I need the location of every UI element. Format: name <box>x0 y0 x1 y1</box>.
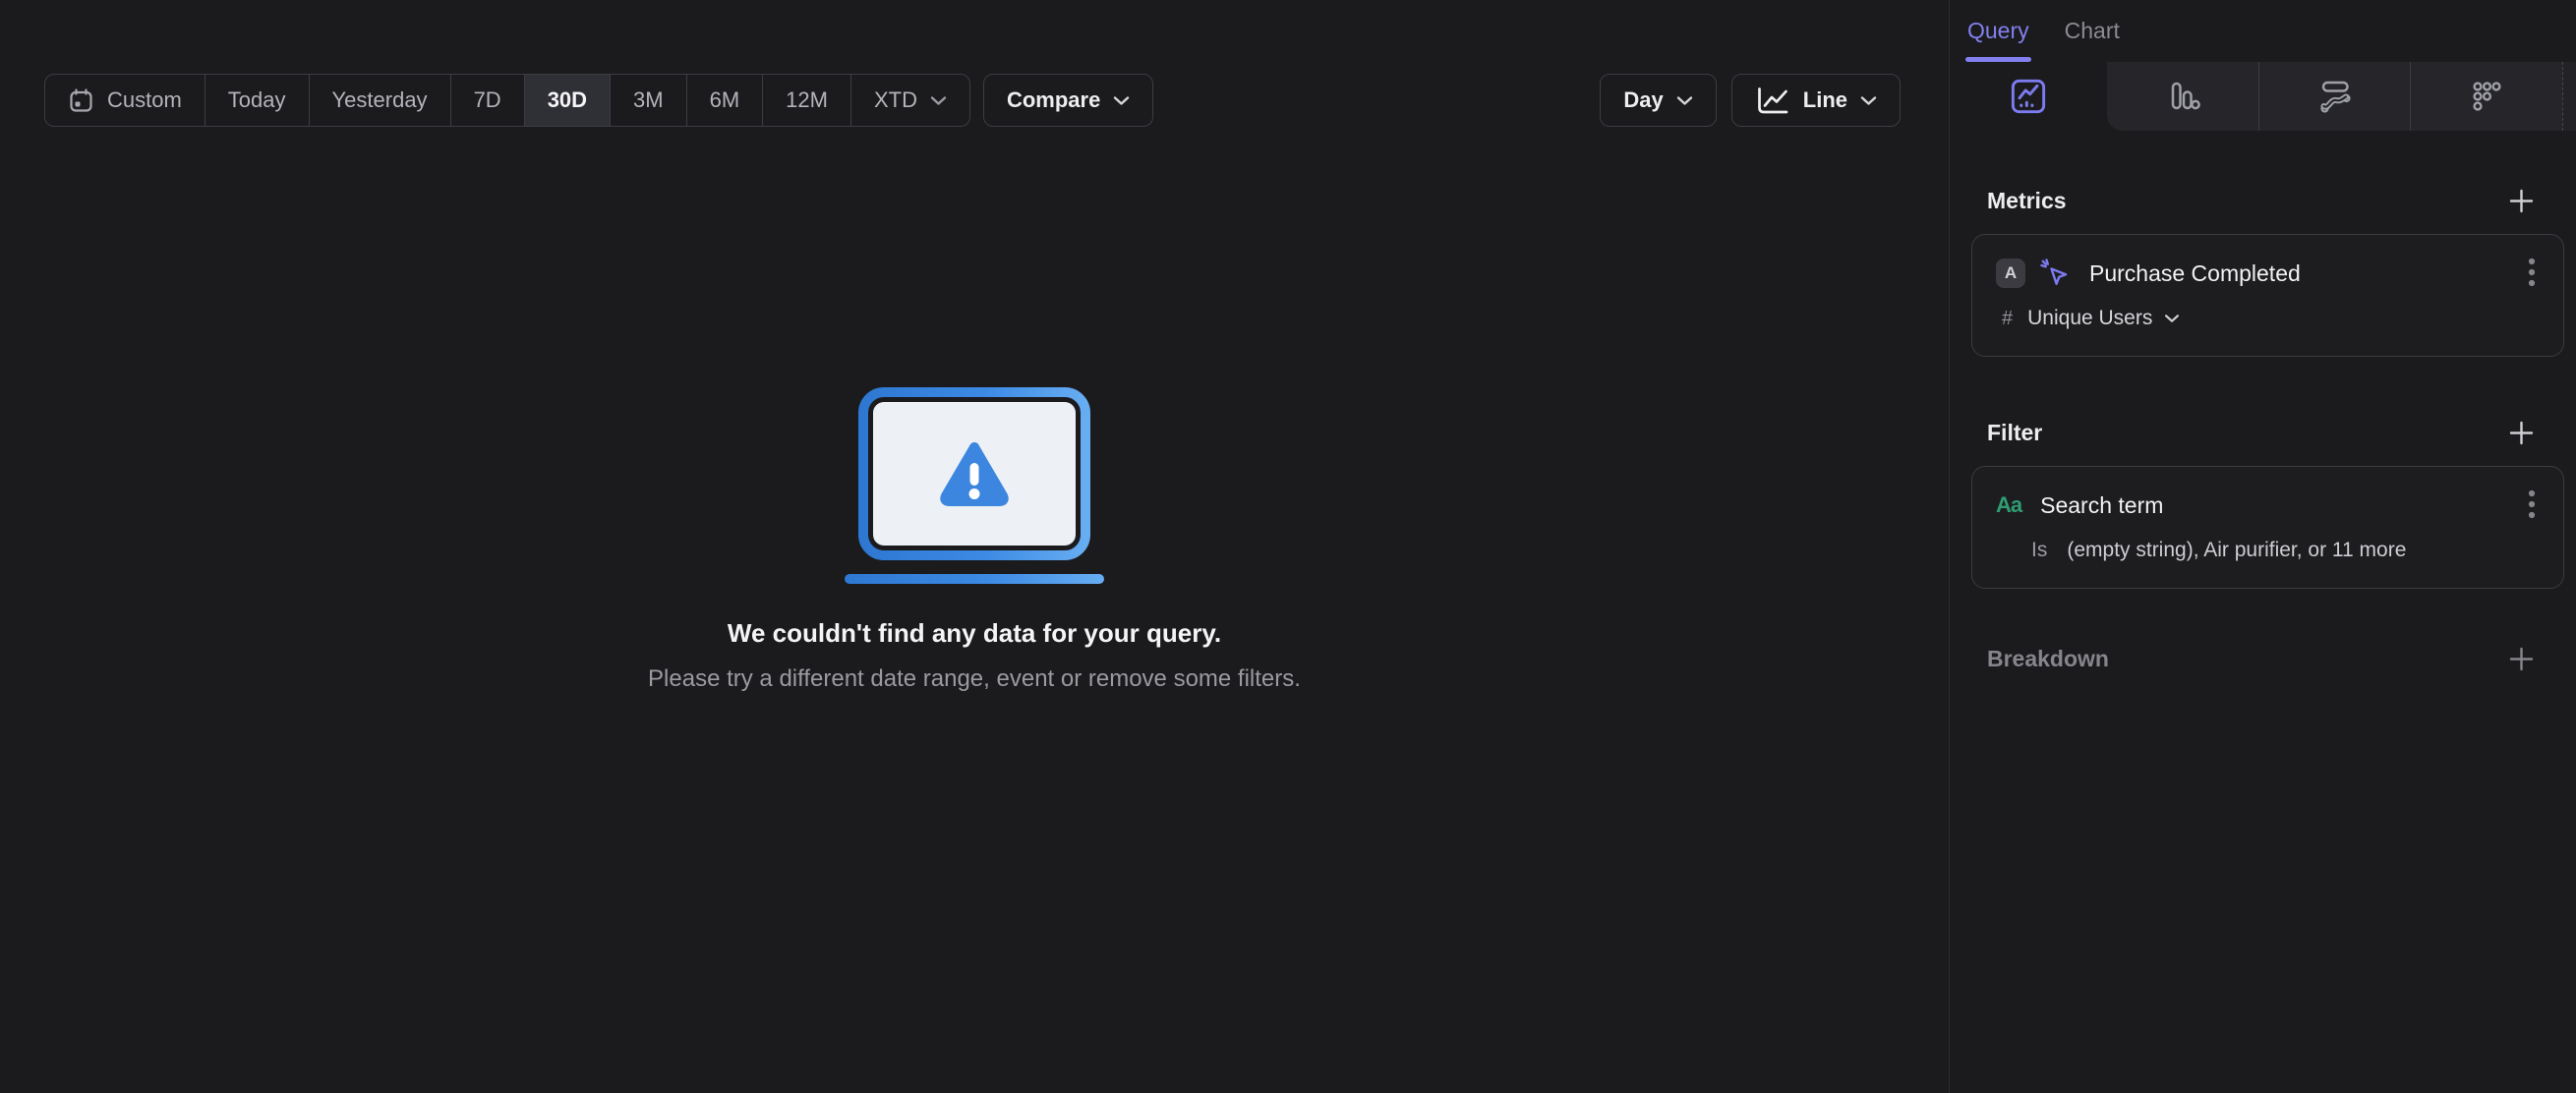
metric-aggregation-row: # Unique Users <box>1996 307 2536 330</box>
filter-heading: Filter <box>1987 419 2043 445</box>
date-range-segmented-control: Custom Today Yesterday 7D 30D 3M 6M 12M … <box>44 74 970 127</box>
date-range-12m[interactable]: 12M <box>762 75 850 126</box>
chevron-down-icon <box>930 95 947 106</box>
granularity-dropdown[interactable]: Day <box>1600 74 1717 127</box>
chart-type-tab-strip <box>1950 62 2576 131</box>
chart-type-tab-bar[interactable] <box>2107 62 2258 131</box>
metric-event-name[interactable]: Purchase Completed <box>2089 260 2301 287</box>
date-range-xtd[interactable]: XTD <box>849 75 969 126</box>
breakdown-section-header: Breakdown <box>1971 644 2564 673</box>
metrics-section-header: Metrics <box>1971 186 2564 215</box>
add-metric-button[interactable] <box>2508 188 2535 214</box>
filter-operator[interactable]: Is <box>2031 539 2047 562</box>
aggregation-dropdown[interactable]: Unique Users <box>2027 307 2180 330</box>
chart-type-tab-metric[interactable] <box>2410 62 2562 131</box>
chevron-down-icon <box>1860 95 1877 106</box>
bar-chart-icon <box>2164 78 2201 115</box>
flow-chart-icon <box>2316 78 2354 115</box>
date-range-controls: Custom Today Yesterday 7D 30D 3M 6M 12M … <box>44 74 1154 127</box>
date-range-30d[interactable]: 30D <box>523 75 611 126</box>
no-data-laptop-icon <box>845 385 1104 589</box>
no-data-empty-state: We couldn't find any data for your query… <box>0 385 1949 693</box>
compare-button[interactable]: Compare <box>982 74 1154 127</box>
query-sections: Metrics A Purchase Completed # Unique Us… <box>1950 131 2576 673</box>
chart-toolbar: Custom Today Yesterday 7D 30D 3M 6M 12M … <box>44 74 1901 127</box>
metric-card-main-row: A Purchase Completed <box>1996 257 2536 290</box>
hash-icon: # <box>2002 307 2014 329</box>
empty-state-title: We couldn't find any data for your query… <box>727 618 1222 648</box>
chart-type-dropdown[interactable]: Line <box>1730 74 1901 127</box>
filter-card[interactable]: Aa Search term Is (empty string), Air pu… <box>1971 466 2564 589</box>
scrollbar[interactable] <box>2562 62 2576 131</box>
segment-label: Custom <box>107 87 182 112</box>
display-controls: Day Line <box>1600 74 1901 127</box>
metric-letter-badge: A <box>1996 259 2025 288</box>
cursor-click-icon <box>2039 258 2072 290</box>
sidebar-tabs: Query Chart <box>1950 0 2576 62</box>
string-property-type-icon: Aa <box>1996 492 2022 517</box>
insights-line-chart-icon <box>2010 78 2047 115</box>
empty-state-subtitle: Please try a different date range, event… <box>648 665 1301 692</box>
date-range-today[interactable]: Today <box>204 75 309 126</box>
calendar-icon <box>68 87 94 114</box>
filter-kebab-menu-icon[interactable] <box>2528 489 2536 522</box>
date-range-3m[interactable]: 3M <box>610 75 686 126</box>
filter-card-main-row: Aa Search term <box>1996 489 2536 522</box>
date-range-custom[interactable]: Custom <box>45 75 205 126</box>
chart-type-tab-group <box>2107 62 2576 131</box>
filter-values[interactable]: (empty string), Air purifier, or 11 more <box>2067 539 2406 562</box>
date-range-6m[interactable]: 6M <box>685 75 763 126</box>
chevron-down-icon <box>2164 314 2180 323</box>
filter-section-header: Filter <box>1971 418 2564 447</box>
query-builder-sidebar: Query Chart Metrics A Purchase Completed… <box>1949 0 2576 1093</box>
tab-chart[interactable]: Chart <box>2065 0 2120 62</box>
breakdown-heading: Breakdown <box>1987 645 2109 671</box>
line-chart-icon <box>1755 86 1790 116</box>
chevron-down-icon <box>1676 95 1693 106</box>
metric-card[interactable]: A Purchase Completed # Unique Users <box>1971 234 2564 357</box>
filter-property-name[interactable]: Search term <box>2040 492 2163 519</box>
chart-type-tab-insights[interactable] <box>1950 62 2107 131</box>
metrics-heading: Metrics <box>1987 187 2067 213</box>
main-chart-area: Custom Today Yesterday 7D 30D 3M 6M 12M … <box>0 0 1949 1093</box>
filter-condition-row[interactable]: Is (empty string), Air purifier, or 11 m… <box>1996 539 2536 562</box>
chevron-down-icon <box>1113 95 1130 106</box>
metric-grid-icon <box>2468 78 2505 115</box>
date-range-7d[interactable]: 7D <box>449 75 524 126</box>
add-breakdown-button[interactable] <box>2508 646 2535 672</box>
add-filter-button[interactable] <box>2508 420 2535 446</box>
tab-query[interactable]: Query <box>1965 0 2031 62</box>
metric-kebab-menu-icon[interactable] <box>2528 257 2536 290</box>
chart-type-tab-flow[interactable] <box>2257 62 2411 131</box>
date-range-yesterday[interactable]: Yesterday <box>308 75 450 126</box>
